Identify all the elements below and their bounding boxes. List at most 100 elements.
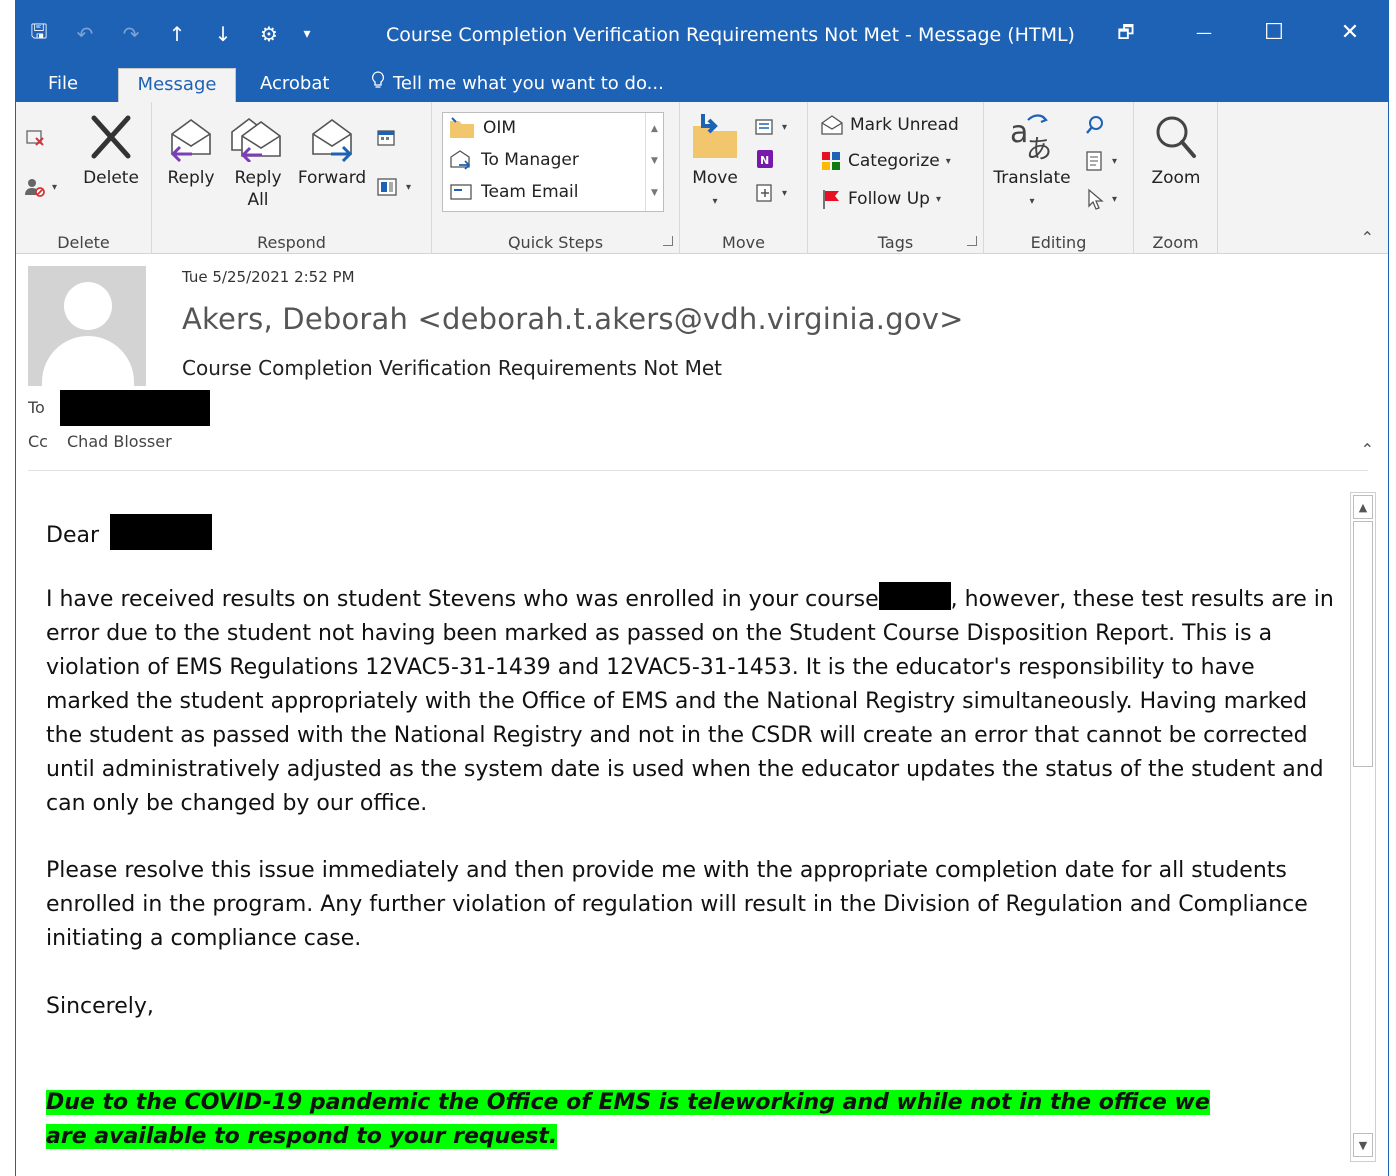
maximize-button[interactable]: ☐: [1244, 18, 1304, 48]
zoom-button[interactable]: Zoom: [1142, 112, 1210, 190]
quick-step-to-manager[interactable]: To Manager: [449, 149, 579, 171]
mark-unread-button[interactable]: Mark Unread: [820, 114, 959, 136]
ignore-icon[interactable]: [24, 126, 46, 148]
envelope-arrow-icon: [450, 150, 471, 170]
ribbon-display-options-icon[interactable]: 🗗: [1096, 18, 1156, 48]
zoom-label: Zoom: [1151, 168, 1201, 188]
forward-button[interactable]: Forward: [294, 112, 370, 190]
move-folder-icon: [693, 114, 737, 158]
forward-label: Forward: [297, 168, 367, 188]
junk-icon[interactable]: ▾: [24, 176, 57, 198]
delete-group: ▾ Delete Delete: [16, 102, 152, 254]
move-group: Move ▾ ▾ N ▾ Move: [680, 102, 808, 254]
tab-message[interactable]: Message: [118, 68, 236, 102]
delete-group-label: Delete: [57, 233, 110, 252]
delete-button[interactable]: Delete: [80, 112, 142, 190]
related-icon[interactable]: ▾: [1084, 150, 1117, 172]
tell-me-text: Tell me what you want to do...: [393, 73, 664, 94]
quick-step-oim-label: OIM: [483, 118, 517, 138]
customize-icon[interactable]: ⚙: [246, 22, 292, 46]
scroll-up-arrow-icon[interactable]: ▲: [1353, 495, 1373, 519]
next-item-icon[interactable]: ↓: [200, 22, 246, 46]
onenote-icon[interactable]: N: [754, 148, 776, 170]
categorize-label: Categorize: [848, 151, 940, 171]
reply-all-label-line2: All: [247, 190, 269, 210]
subject-line: Course Completion Verification Requireme…: [182, 356, 723, 380]
reply-button[interactable]: Reply: [160, 112, 222, 190]
more-respond-caret-icon: ▾: [406, 181, 412, 193]
body-scrollbar[interactable]: ▲ ▼: [1350, 492, 1376, 1162]
quick-step-oim[interactable]: OIM: [449, 117, 516, 139]
cc-label: Cc: [28, 432, 48, 451]
scroll-thumb[interactable]: [1353, 521, 1373, 767]
mark-unread-icon: [821, 115, 843, 135]
follow-up-button[interactable]: Follow Up ▾: [820, 188, 941, 210]
zoom-group-label: Zoom: [1152, 233, 1199, 252]
quick-steps-launcher-icon[interactable]: [663, 236, 673, 246]
tags-launcher-icon[interactable]: [967, 236, 977, 246]
flag-icon: [823, 190, 839, 209]
collapse-ribbon-icon[interactable]: ⌃: [1361, 228, 1374, 247]
quick-steps-group: OIM To Manager Team Email ▲ ▼ ▼ Quick St…: [432, 102, 680, 254]
scroll-down-icon[interactable]: ▼: [646, 145, 663, 177]
team-email-icon: [450, 184, 472, 200]
move-caret-icon: ▾: [712, 196, 718, 207]
junk-caret-icon: ▾: [52, 181, 58, 193]
actions-icon[interactable]: ▾: [754, 182, 787, 204]
svg-text:あ: あ: [1026, 135, 1052, 162]
quick-steps-group-label: Quick Steps: [507, 233, 604, 252]
move-button[interactable]: Move ▾: [686, 112, 744, 214]
folder-icon: [450, 117, 474, 138]
paragraph-1: I have received results on student Steve…: [46, 582, 1336, 821]
find-icon[interactable]: [1084, 114, 1106, 136]
redo-icon[interactable]: ↷: [108, 22, 154, 46]
greeting: Dear: [46, 523, 100, 548]
more-respond-icon[interactable]: ▾: [376, 176, 411, 198]
scroll-up-icon[interactable]: ▲: [646, 113, 663, 145]
categorize-button[interactable]: Categorize ▾: [820, 150, 951, 172]
quick-steps-scroll[interactable]: ▲ ▼ ▼: [645, 113, 663, 211]
tab-file[interactable]: File: [32, 68, 94, 102]
greeting-line: Dear: [46, 514, 1336, 553]
undo-icon[interactable]: ↶: [62, 22, 108, 46]
close-button[interactable]: ✕: [1320, 18, 1380, 48]
reply-icon: [170, 119, 211, 162]
quick-steps-gallery: OIM To Manager Team Email ▲ ▼ ▼: [442, 112, 664, 212]
editing-group: aあ Translate ▾ ▾ ▾ Editing: [984, 102, 1134, 254]
quick-step-to-manager-label: To Manager: [481, 150, 579, 170]
translate-caret-icon: ▾: [1029, 196, 1035, 207]
quick-step-team-email[interactable]: Team Email: [449, 181, 579, 203]
covid-notice: Due to the COVID-19 pandemic the Office …: [46, 1090, 1210, 1149]
expand-gallery-icon[interactable]: ▼: [646, 177, 663, 209]
delete-icon: [91, 115, 131, 159]
move-group-label: Move: [722, 233, 765, 252]
paragraph-1-start: I have received results on student Steve…: [46, 587, 879, 612]
collapse-header-icon[interactable]: ⌃: [1361, 440, 1374, 459]
to-label: To: [28, 398, 45, 417]
editing-group-label: Editing: [1030, 233, 1087, 252]
qat-more-icon[interactable]: ▾: [292, 26, 322, 42]
categorize-icon: [822, 152, 840, 170]
move-label: Move: [692, 168, 738, 188]
tags-group-label: Tags: [877, 233, 914, 252]
scroll-down-arrow-icon[interactable]: ▼: [1353, 1133, 1373, 1157]
save-icon[interactable]: 🖫: [16, 17, 62, 51]
reply-all-button[interactable]: Reply All: [226, 112, 290, 212]
meeting-icon[interactable]: [376, 128, 398, 148]
avatar-body: [42, 336, 134, 386]
delete-label: Delete: [83, 168, 139, 188]
cc-recipient[interactable]: Chad Blosser: [67, 432, 172, 451]
previous-item-icon[interactable]: ↑: [154, 22, 200, 46]
rules-icon[interactable]: ▾: [754, 116, 787, 138]
tags-group: Mark Unread Categorize ▾ Follow Up ▾ Tags: [808, 102, 984, 254]
select-icon[interactable]: ▾: [1084, 188, 1117, 210]
minimize-button[interactable]: —: [1174, 18, 1234, 48]
tell-me-box[interactable]: Tell me what you want to do...: [371, 68, 664, 100]
sender-name[interactable]: Akers, Deborah <deborah.t.akers@vdh.virg…: [182, 302, 964, 336]
tab-acrobat[interactable]: Acrobat: [244, 68, 345, 102]
translate-button[interactable]: aあ Translate ▾: [990, 112, 1074, 214]
title-bar: 🖫 ↶ ↷ ↑ ↓ ⚙ ▾ Course Completion Verifica…: [16, 0, 1388, 70]
closing: Sincerely,: [46, 994, 154, 1019]
paragraph-2: Please resolve this issue immediately an…: [46, 858, 1308, 951]
follow-up-label: Follow Up: [848, 189, 930, 209]
